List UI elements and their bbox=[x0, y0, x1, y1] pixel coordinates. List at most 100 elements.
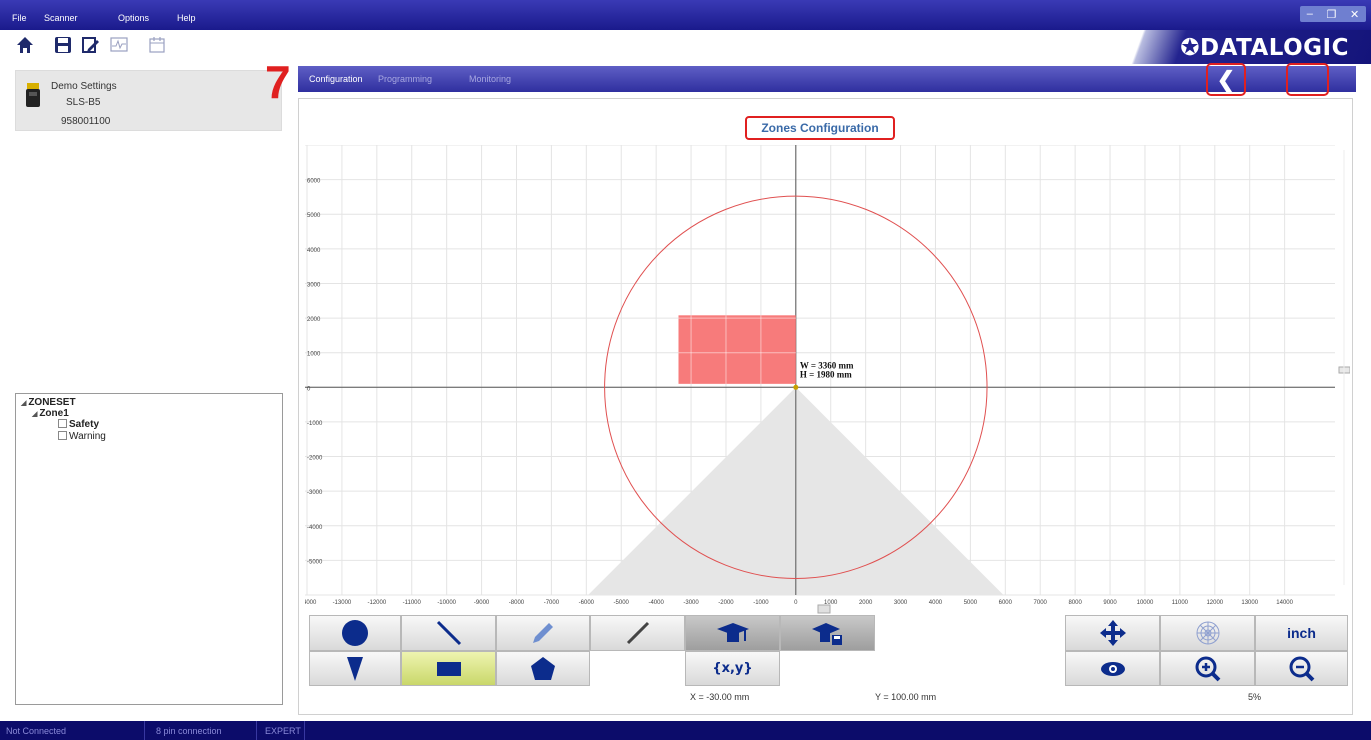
pentagon-icon bbox=[531, 656, 555, 680]
y-tick-label: -2000 bbox=[307, 456, 323, 462]
segment-icon bbox=[626, 621, 649, 645]
x-tick-label: 7000 bbox=[1034, 600, 1048, 606]
x-tick-label: -12000 bbox=[367, 600, 386, 606]
horizontal-scroll-thumb[interactable] bbox=[817, 604, 831, 614]
x-tick-label: -1000 bbox=[753, 600, 769, 606]
y-tick-label: 4000 bbox=[307, 248, 321, 254]
scanner-origin bbox=[793, 384, 799, 390]
x-tick-label: 2000 bbox=[859, 600, 873, 606]
warning-checkbox[interactable] bbox=[58, 431, 67, 440]
x-tick-label: -6000 bbox=[579, 600, 595, 606]
x-tick-label: 6000 bbox=[999, 600, 1013, 606]
x-tick-label: -10000 bbox=[437, 600, 456, 606]
cursor-y-coordinate: Y = 100.00 mm bbox=[875, 692, 937, 702]
dimension-height: H = 1980 mm bbox=[800, 369, 852, 379]
y-tick-label: -1000 bbox=[307, 421, 323, 427]
move-tool-button[interactable] bbox=[1065, 615, 1160, 651]
tree-zone[interactable]: ◢ Zone1 bbox=[32, 408, 69, 419]
circle-tool-button[interactable] bbox=[309, 615, 401, 651]
device-model: SLS-B5 bbox=[66, 97, 101, 108]
zone-plot[interactable]: W = 3360 mm H = 1980 mm -14000-13000-120… bbox=[305, 145, 1350, 615]
view-tool-button[interactable] bbox=[1065, 651, 1160, 686]
y-tick-label: 2000 bbox=[307, 317, 321, 323]
monitor-chart-icon[interactable] bbox=[108, 34, 130, 56]
move-icon bbox=[1099, 620, 1126, 646]
y-tick-label: 5000 bbox=[307, 213, 321, 219]
menu-bar: File Scanner Options Help – ❐ ✕ bbox=[0, 0, 1371, 30]
x-tick-label: 14000 bbox=[1276, 600, 1293, 606]
coordinate-tool-button[interactable]: {x,y} bbox=[685, 651, 780, 686]
x-tick-label: -9000 bbox=[474, 600, 490, 606]
x-tick-label: -5000 bbox=[614, 600, 630, 606]
pencil-tool-button[interactable] bbox=[496, 615, 590, 651]
rectangle-tool-button[interactable] bbox=[401, 651, 496, 686]
status-separator bbox=[144, 721, 145, 740]
chevron-left-icon: ❮ bbox=[1216, 66, 1236, 92]
tab-configuration[interactable]: Configuration bbox=[309, 74, 363, 84]
device-info-card[interactable]: Demo Settings SLS-B5 958001100 bbox=[15, 70, 282, 131]
restore-button[interactable]: ❐ bbox=[1327, 8, 1337, 21]
status-separator bbox=[256, 721, 257, 740]
zones-configuration-title: Zones Configuration bbox=[745, 116, 895, 140]
scanner-save-tool-button[interactable] bbox=[780, 615, 875, 651]
tree-item-safety[interactable]: Safety bbox=[58, 419, 99, 430]
y-tick-label: -5000 bbox=[307, 559, 323, 565]
datalogic-logo: ✪DATALOGIC bbox=[1111, 30, 1371, 64]
web-tool-button[interactable] bbox=[1160, 615, 1255, 651]
menu-options[interactable]: Options bbox=[118, 13, 149, 23]
y-tick-label: 1000 bbox=[307, 352, 321, 358]
home-icon[interactable] bbox=[14, 34, 36, 56]
menu-scanner[interactable]: Scanner bbox=[44, 13, 78, 23]
x-tick-label: -2000 bbox=[718, 600, 734, 606]
zoom-level: 5% bbox=[1248, 692, 1262, 702]
logo-text: DATALOGIC bbox=[1199, 35, 1349, 61]
minimize-button[interactable]: – bbox=[1307, 8, 1313, 20]
circle-icon bbox=[342, 620, 368, 646]
cone-tool-button[interactable] bbox=[309, 651, 401, 686]
scanner-tool-button[interactable] bbox=[685, 615, 780, 651]
tabs-bar: Configuration Programming Monitoring bbox=[298, 66, 1356, 92]
y-tick-label: 6000 bbox=[307, 179, 321, 185]
save-icon[interactable] bbox=[52, 34, 74, 56]
y-tick-label: -3000 bbox=[307, 490, 323, 496]
pentagon-tool-button[interactable] bbox=[496, 651, 590, 686]
pencil-icon bbox=[533, 623, 553, 643]
calendar-icon[interactable] bbox=[146, 34, 168, 56]
forward-button[interactable] bbox=[1286, 63, 1329, 96]
zoneset-tree: ◢ ZONESET ◢ Zone1 Safety Warning bbox=[15, 393, 283, 705]
device-name: Demo Settings bbox=[51, 81, 117, 92]
segment-tool-button[interactable] bbox=[590, 615, 685, 651]
back-button[interactable]: ❮ bbox=[1206, 63, 1246, 96]
unit-toggle-button[interactable]: inch bbox=[1255, 615, 1348, 651]
cursor-x-coordinate: X = -30.00 mm bbox=[690, 692, 750, 702]
menu-file[interactable]: File bbox=[12, 13, 27, 23]
tab-monitoring[interactable]: Monitoring bbox=[469, 74, 511, 84]
line-icon bbox=[436, 620, 461, 646]
device-serial: 958001100 bbox=[61, 116, 111, 127]
x-tick-label: 9000 bbox=[1103, 600, 1117, 606]
zoom-in-button[interactable] bbox=[1160, 651, 1255, 686]
x-tick-label: -7000 bbox=[544, 600, 560, 606]
x-tick-label: -11000 bbox=[403, 600, 422, 606]
tab-programming[interactable]: Programming bbox=[378, 74, 432, 84]
safety-checkbox[interactable] bbox=[58, 419, 67, 428]
y-tick-label: 3000 bbox=[307, 282, 321, 288]
close-button[interactable]: ✕ bbox=[1350, 8, 1359, 21]
x-tick-label: -3000 bbox=[683, 600, 699, 606]
tree-root[interactable]: ◢ ZONESET bbox=[21, 397, 76, 408]
x-tick-label: 11000 bbox=[1172, 600, 1189, 606]
zoom-out-button[interactable] bbox=[1255, 651, 1348, 686]
x-tick-label: 13000 bbox=[1241, 600, 1258, 606]
safety-zone-rectangle[interactable] bbox=[678, 315, 796, 384]
zoom-in-icon bbox=[1195, 656, 1220, 681]
zoom-out-icon bbox=[1289, 656, 1314, 681]
annotation-number: 7 bbox=[265, 56, 291, 108]
line-tool-button[interactable] bbox=[401, 615, 496, 651]
tree-item-warning[interactable]: Warning bbox=[58, 431, 106, 442]
unit-label: inch bbox=[1287, 625, 1316, 641]
x-tick-label: 0 bbox=[794, 600, 798, 606]
menu-help[interactable]: Help bbox=[177, 13, 196, 23]
edit-document-icon[interactable] bbox=[79, 34, 101, 56]
cone-icon bbox=[347, 656, 363, 681]
window-controls: – ❐ ✕ bbox=[1300, 6, 1366, 22]
